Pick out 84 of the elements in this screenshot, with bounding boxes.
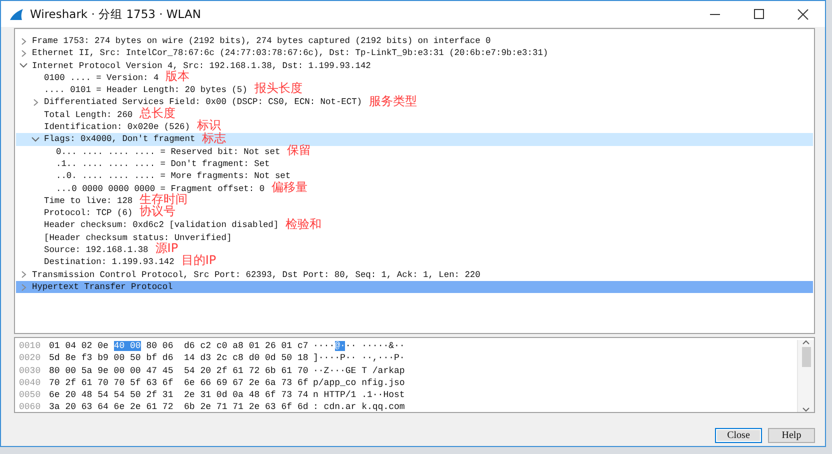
hex-bytes[interactable]: 80 00 5a 9e 00 00 47 45 54 20 2f 61 72 6b 61 70: [49, 366, 308, 376]
annotation-text: 服务类型: [369, 94, 418, 107]
tree-row-text: .... 0101 = Header Length: 20 bytes (5): [44, 84, 248, 96]
annotation-text: 偏移量: [272, 180, 308, 193]
offset-text: 0050: [18, 389, 42, 402]
hex-bytes[interactable]: 3a 20 63 64 6e 2e 61 72 6b 2e 71 71 2e 63 6f 6d: [49, 402, 308, 412]
hex-bytes[interactable]: 70 2f 61 70 70 5f 63 6f 6e 66 69 67 2e 6a 73 6f: [49, 378, 308, 388]
tree-row[interactable]: Frame 1753: 274 bytes on wire (2192 bits), 274 bytes captured (2192 bits) on interface 0: [16, 35, 813, 48]
chevron-right-icon[interactable]: [19, 38, 28, 45]
dialog-button[interactable]: Help: [768, 428, 815, 443]
tree-row-text: [Header checksum status: Unverified]: [44, 232, 232, 243]
tree-row[interactable]: Flags: 0x4000, Don't fragment 标志: [16, 133, 813, 146]
ascii-text[interactable]: n HTTP/1 .1··Host: [313, 390, 405, 400]
tree-row[interactable]: ..0. .... .... .... = More fragments: Not set: [16, 170, 813, 183]
tree-row-text: Flags: 0x4000, Don't fragment: [44, 133, 196, 146]
tree-row-text: Hypertext Transfer Protocol: [32, 280, 173, 294]
offset-text: 0030: [18, 364, 42, 377]
close-icon: [797, 8, 809, 20]
ascii-text[interactable]: ··Z···GE T /arkap: [313, 366, 405, 376]
tree-row-text: Frame 1753: 274 bytes on wire (2192 bits), 274 bytes captured (2192 bits) on interface 0: [32, 35, 491, 48]
ascii-text[interactable]: ·· ·····&··: [345, 341, 405, 351]
tree-row-text: Protocol: TCP (6): [44, 207, 133, 220]
chevron-right-icon[interactable]: [19, 50, 28, 57]
offset-text: 0040: [18, 376, 42, 390]
annotation-text: 生存时间: [140, 193, 188, 205]
chevron-right-icon[interactable]: [31, 99, 40, 106]
annotation-text: 检验和: [286, 218, 322, 230]
tree-row-text: Header checksum: 0xd6c2 [validation disabled]: [44, 219, 279, 232]
tree-row-text: ...0 0000 0000 0000 = Fragment offset: 0: [56, 182, 265, 194]
tree-row[interactable]: Transmission Control Protocol, Src Port: 62393, Dst Port: 80, Seq: 1, Ack: 1, Len: 220: [16, 268, 813, 281]
offset-text: 0020: [18, 352, 42, 365]
annotation-text: 目的IP: [181, 254, 216, 266]
scroll-thumb[interactable]: [802, 347, 810, 367]
hex-bytes[interactable]: 6e 20 48 54 54 50 2f 31 2e 31 0d 0a 48 6f 73 74: [49, 390, 308, 400]
annotation-text: 报头长度: [254, 82, 302, 94]
tree-row-text: Total Length: 260: [44, 108, 133, 122]
ascii-text[interactable]: p/app_co nfig.jso: [313, 378, 405, 388]
annotation-text: 标志: [202, 132, 226, 144]
tree-row-text: Differentiated Services Field: 0x00 (DSCP: CS0, ECN: Not-ECT): [44, 96, 362, 108]
annotation-text: 总长度: [140, 106, 176, 119]
annotation-text: 保留: [287, 144, 312, 156]
tree-row-text: .1.. .... .... .... = Don't fragment: Set: [56, 158, 270, 170]
scrollbar[interactable]: [797, 340, 814, 412]
annotation-text: 版本: [166, 70, 190, 82]
tree-row-text: ..0. .... .... .... = More fragments: Not set: [56, 170, 291, 182]
tree-row[interactable]: Header checksum: 0xd6c2 [validation disabled] 检验和: [16, 219, 813, 232]
ascii-text[interactable]: ····: [313, 341, 335, 351]
tree-row-text: Internet Protocol Version 4, Src: 192.168.1.38, Dst: 1.199.93.142: [32, 60, 371, 71]
chevron-down-icon[interactable]: [19, 62, 28, 70]
tree-row[interactable]: Protocol: TCP (6) 协议号: [16, 207, 813, 220]
hex-bytes[interactable]: 01 04 02 0e: [49, 341, 114, 351]
tree-row[interactable]: Destination: 1.199.93.142 目的IP: [16, 256, 813, 269]
offset-text: 0060: [18, 401, 42, 414]
annotation-text: 协议号: [140, 205, 176, 218]
tree-row-text: Transmission Control Protocol, Src Port: 62393, Dst Port: 80, Seq: 1, Ack: 1, Len: 220: [32, 268, 480, 281]
dialog-button[interactable]: Close: [715, 428, 762, 443]
chevron-right-icon[interactable]: [19, 271, 28, 278]
hex-bytes[interactable]: 5d 8e f3 b9 00 50 bf d6 14 d3 2c c8 d0 0d 50 18: [49, 353, 308, 364]
tree-row[interactable]: 0... .... .... .... = Reserved bit: Not set 保留: [16, 146, 813, 158]
shark-fin-icon: [9, 8, 24, 20]
scroll-down-icon: [802, 407, 810, 412]
window-title: Wireshark · 分组 1753 · WLAN: [30, 6, 202, 22]
tree-row-text: Identification: 0x020e (526): [44, 121, 190, 134]
ascii-text[interactable]: : cdn.ar k.qq.com: [313, 402, 405, 412]
hex-bytes[interactable]: 80 06 d6 c2 c0 a8 01 26 01 c7: [140, 341, 308, 351]
tree-row-text: 0100 .... = Version: 4: [44, 72, 159, 84]
tree-row[interactable]: Hypertext Transfer Protocol: [16, 280, 813, 294]
maximize-icon: [753, 8, 765, 20]
ascii-text[interactable]: ]····P·· ··,···P·: [313, 353, 405, 364]
annotation-text: 源IP: [155, 242, 178, 254]
tree-row[interactable]: Ethernet II, Src: IntelCor_78:67:6c (24:77:03:78:67:6c), Dst: Tp-LinkT_9b:e3:31 (20:6b:e7:9b:e3:31): [16, 47, 813, 60]
tree-row-text: Source: 192.168.1.38: [44, 244, 148, 256]
tree-row-text: Ethernet II, Src: IntelCor_78:67:6c (24:77:03:78:67:6c), Dst: Tp-LinkT_9b:e3:31 (20:6b:e7:9b:e3:31): [32, 47, 548, 60]
annotation-text: 标识: [196, 119, 221, 132]
tree-row-text: Time to live: 128: [44, 194, 133, 208]
tree-row[interactable]: .1.. .... .... .... = Don't fragment: Set: [16, 158, 813, 170]
offset-text: 0010: [18, 340, 42, 352]
tree-row-text: 0... .... .... .... = Reserved bit: Not set: [56, 146, 280, 158]
tree-row[interactable]: Identification: 0x020e (526) 标识: [16, 121, 813, 134]
tree-row[interactable]: .... 0101 = Header Length: 20 bytes (5) 报头长度: [16, 84, 813, 96]
scroll-up-icon: [802, 340, 810, 345]
tree-row-text: Destination: 1.199.93.142: [44, 256, 174, 269]
chevron-down-icon[interactable]: [31, 136, 40, 144]
tree-row[interactable]: Internet Protocol Version 4, Src: 192.168.1.38, Dst: 1.199.93.142: [16, 60, 813, 72]
